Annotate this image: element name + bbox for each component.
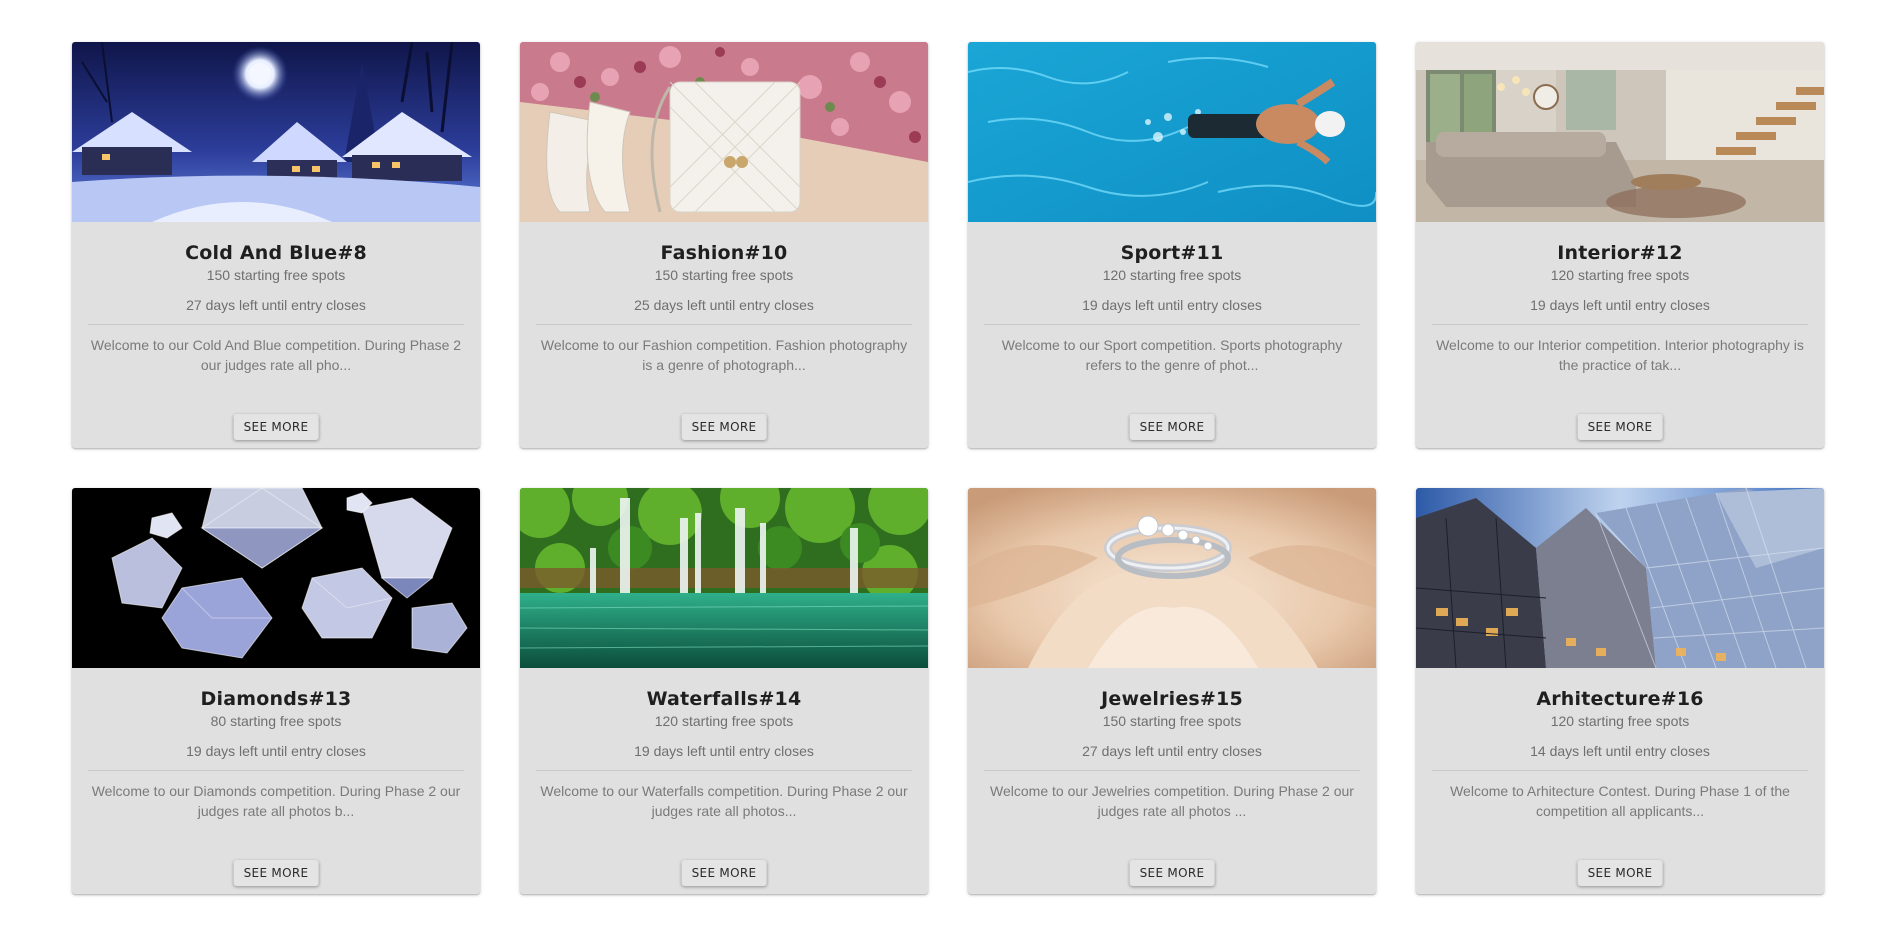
free-spots-text: 150 starting free spots	[1102, 713, 1242, 729]
see-more-button[interactable]: SEE MORE	[1577, 860, 1663, 886]
card-description: Welcome to our Waterfalls competition. D…	[540, 783, 908, 819]
swimmer-pool-photo[interactable]	[968, 42, 1376, 222]
card-description: Welcome to Arhitecture Contest. During P…	[1450, 783, 1790, 819]
free-spots-text: 120 starting free spots	[1102, 267, 1242, 283]
ring-on-rose-photo[interactable]	[968, 488, 1376, 668]
card-description: Welcome to our Fashion competition. Fash…	[540, 337, 908, 373]
competition-grid: Cold And Blue#8 150 starting free spots …	[72, 42, 1824, 894]
divider	[1432, 770, 1808, 771]
free-spots-text: 150 starting free spots	[206, 267, 346, 283]
days-left-text: 19 days left until entry closes	[1530, 297, 1710, 313]
card-description: Welcome to our Sport competition. Sports…	[1001, 337, 1343, 373]
free-spots-text: 120 starting free spots	[654, 713, 794, 729]
card-title: Sport#11	[1120, 242, 1224, 264]
see-more-button[interactable]: SEE MORE	[681, 860, 767, 886]
divider	[536, 324, 912, 325]
days-left-text: 27 days left until entry closes	[186, 297, 366, 313]
diamonds-black-background-photo[interactable]	[72, 488, 480, 668]
waterfalls-lake-photo[interactable]	[520, 488, 928, 668]
card-description: Welcome to our Interior competition. Int…	[1436, 337, 1804, 373]
divider	[536, 770, 912, 771]
see-more-button[interactable]: SEE MORE	[1577, 414, 1663, 440]
glass-building-photo[interactable]	[1416, 488, 1824, 668]
days-left-text: 14 days left until entry closes	[1530, 743, 1710, 759]
card-title: Interior#12	[1557, 242, 1683, 264]
days-left-text: 27 days left until entry closes	[1082, 743, 1262, 759]
days-left-text: 19 days left until entry closes	[186, 743, 366, 759]
divider	[88, 770, 464, 771]
competition-card: Interior#12 120 starting free spots 19 d…	[1416, 42, 1824, 448]
free-spots-text: 120 starting free spots	[1550, 713, 1690, 729]
card-description: Welcome to our Jewelries competition. Du…	[990, 783, 1354, 819]
free-spots-text: 120 starting free spots	[1550, 267, 1690, 283]
competition-card: Arhitecture#16 120 starting free spots 1…	[1416, 488, 1824, 894]
competition-card: Waterfalls#14 120 starting free spots 19…	[520, 488, 928, 894]
snowy-village-night-photo[interactable]	[72, 42, 480, 222]
see-more-button[interactable]: SEE MORE	[233, 860, 319, 886]
see-more-button[interactable]: SEE MORE	[681, 414, 767, 440]
card-title: Jewelries#15	[1101, 688, 1243, 710]
competition-card: Jewelries#15 150 starting free spots 27 …	[968, 488, 1376, 894]
days-left-text: 25 days left until entry closes	[634, 297, 814, 313]
white-handbag-heels-photo[interactable]	[520, 42, 928, 222]
divider	[984, 770, 1360, 771]
days-left-text: 19 days left until entry closes	[634, 743, 814, 759]
card-title: Waterfalls#14	[646, 688, 802, 710]
see-more-button[interactable]: SEE MORE	[1129, 860, 1215, 886]
see-more-button[interactable]: SEE MORE	[233, 414, 319, 440]
living-room-interior-photo[interactable]	[1416, 42, 1824, 222]
competition-card: Diamonds#13 80 starting free spots 19 da…	[72, 488, 480, 894]
card-description: Welcome to our Cold And Blue competition…	[90, 337, 462, 373]
card-title: Fashion#10	[660, 242, 788, 264]
days-left-text: 19 days left until entry closes	[1082, 297, 1262, 313]
card-title: Diamonds#13	[200, 688, 352, 710]
divider	[984, 324, 1360, 325]
competition-card: Cold And Blue#8 150 starting free spots …	[72, 42, 480, 448]
card-description: Welcome to our Diamonds competition. Dur…	[91, 783, 461, 819]
divider	[88, 324, 464, 325]
competition-card: Sport#11 120 starting free spots 19 days…	[968, 42, 1376, 448]
free-spots-text: 80 starting free spots	[210, 713, 342, 729]
see-more-button[interactable]: SEE MORE	[1129, 414, 1215, 440]
competition-card: Fashion#10 150 starting free spots 25 da…	[520, 42, 928, 448]
card-title: Arhitecture#16	[1536, 688, 1704, 710]
free-spots-text: 150 starting free spots	[654, 267, 794, 283]
card-title: Cold And Blue#8	[185, 242, 367, 264]
divider	[1432, 324, 1808, 325]
